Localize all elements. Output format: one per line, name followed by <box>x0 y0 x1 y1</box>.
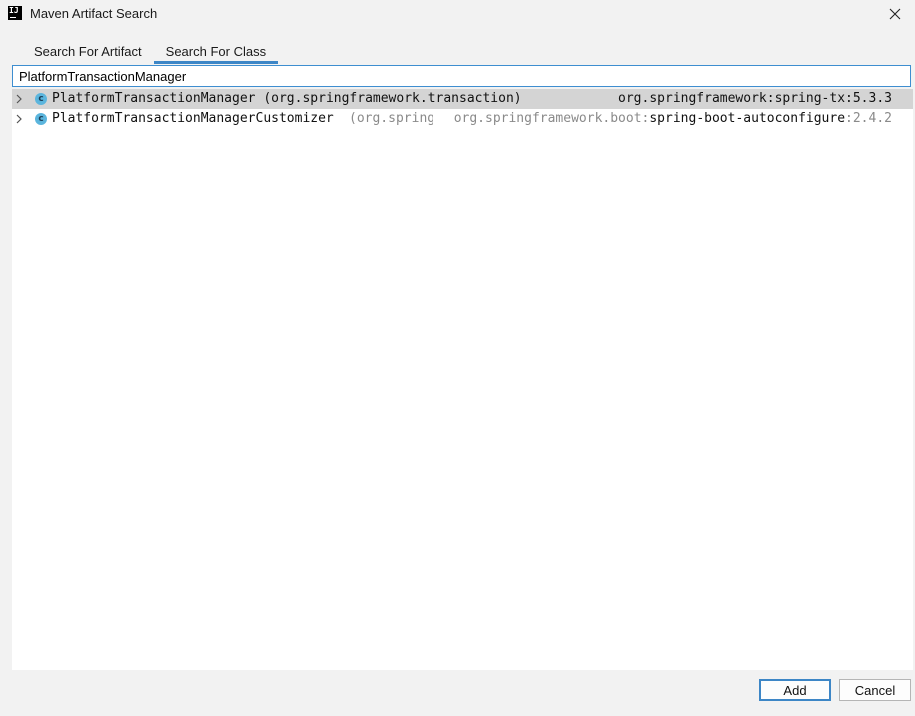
class-icon: c <box>35 93 47 105</box>
class-name: PlatformTransactionManager <box>52 91 256 106</box>
title-bar: IJ Maven Artifact Search <box>0 0 915 28</box>
coord-group: org.springframework: <box>618 91 775 106</box>
close-button[interactable] <box>875 0 915 28</box>
class-package: (org.springframework.transaction) <box>263 91 522 106</box>
maven-artifact-search-dialog: IJ Maven Artifact Search Search For Arti… <box>0 0 915 716</box>
intellij-icon: IJ <box>8 6 22 20</box>
result-coordinates: org.springframework.boot:spring-boot-aut… <box>454 111 892 126</box>
chevron-right-icon[interactable] <box>15 94 23 104</box>
result-class-name: PlatformTransactionManagerCustomizer <box>52 111 334 126</box>
result-class-name: PlatformTransactionManager (org.springfr… <box>52 91 522 106</box>
class-icon: c <box>35 113 47 125</box>
tab-label: Search For Class <box>165 43 267 59</box>
result-coordinates: org.springframework:spring-tx:5.3.3 <box>618 91 892 106</box>
coord-version: :2.4.2 <box>845 111 892 126</box>
close-icon <box>889 8 901 20</box>
result-row[interactable]: c PlatformTransactionManagerCustomizer (… <box>12 109 913 129</box>
tab-search-for-class[interactable]: Search For Class <box>153 38 279 64</box>
coord-version: :5.3.3 <box>845 91 892 106</box>
cancel-button-label: Cancel <box>854 682 896 698</box>
app-icon-text: IJ <box>9 6 19 15</box>
tab-label: Search For Artifact <box>34 43 142 59</box>
coord-group: org.springframework.boot: <box>453 111 650 126</box>
cancel-button[interactable]: Cancel <box>839 679 911 701</box>
add-button[interactable]: Add <box>759 679 831 701</box>
chevron-right-icon[interactable] <box>15 114 23 124</box>
add-button-label: Add <box>783 682 807 698</box>
coord-artifact: spring-boot-autoconfigure <box>649 111 846 126</box>
results-list[interactable]: c PlatformTransactionManager (org.spring… <box>12 89 913 670</box>
class-name: PlatformTransactionManagerCustomizer <box>52 111 334 126</box>
tab-bar: Search For Artifact Search For Class <box>22 38 279 64</box>
tab-search-for-artifact[interactable]: Search For Artifact <box>22 38 154 64</box>
window-title: Maven Artifact Search <box>30 6 158 21</box>
class-search-input[interactable] <box>12 65 911 87</box>
result-row[interactable]: c PlatformTransactionManager (org.spring… <box>12 89 913 109</box>
class-package: (org.spring <box>349 111 433 126</box>
coord-artifact: spring-tx <box>774 91 846 106</box>
